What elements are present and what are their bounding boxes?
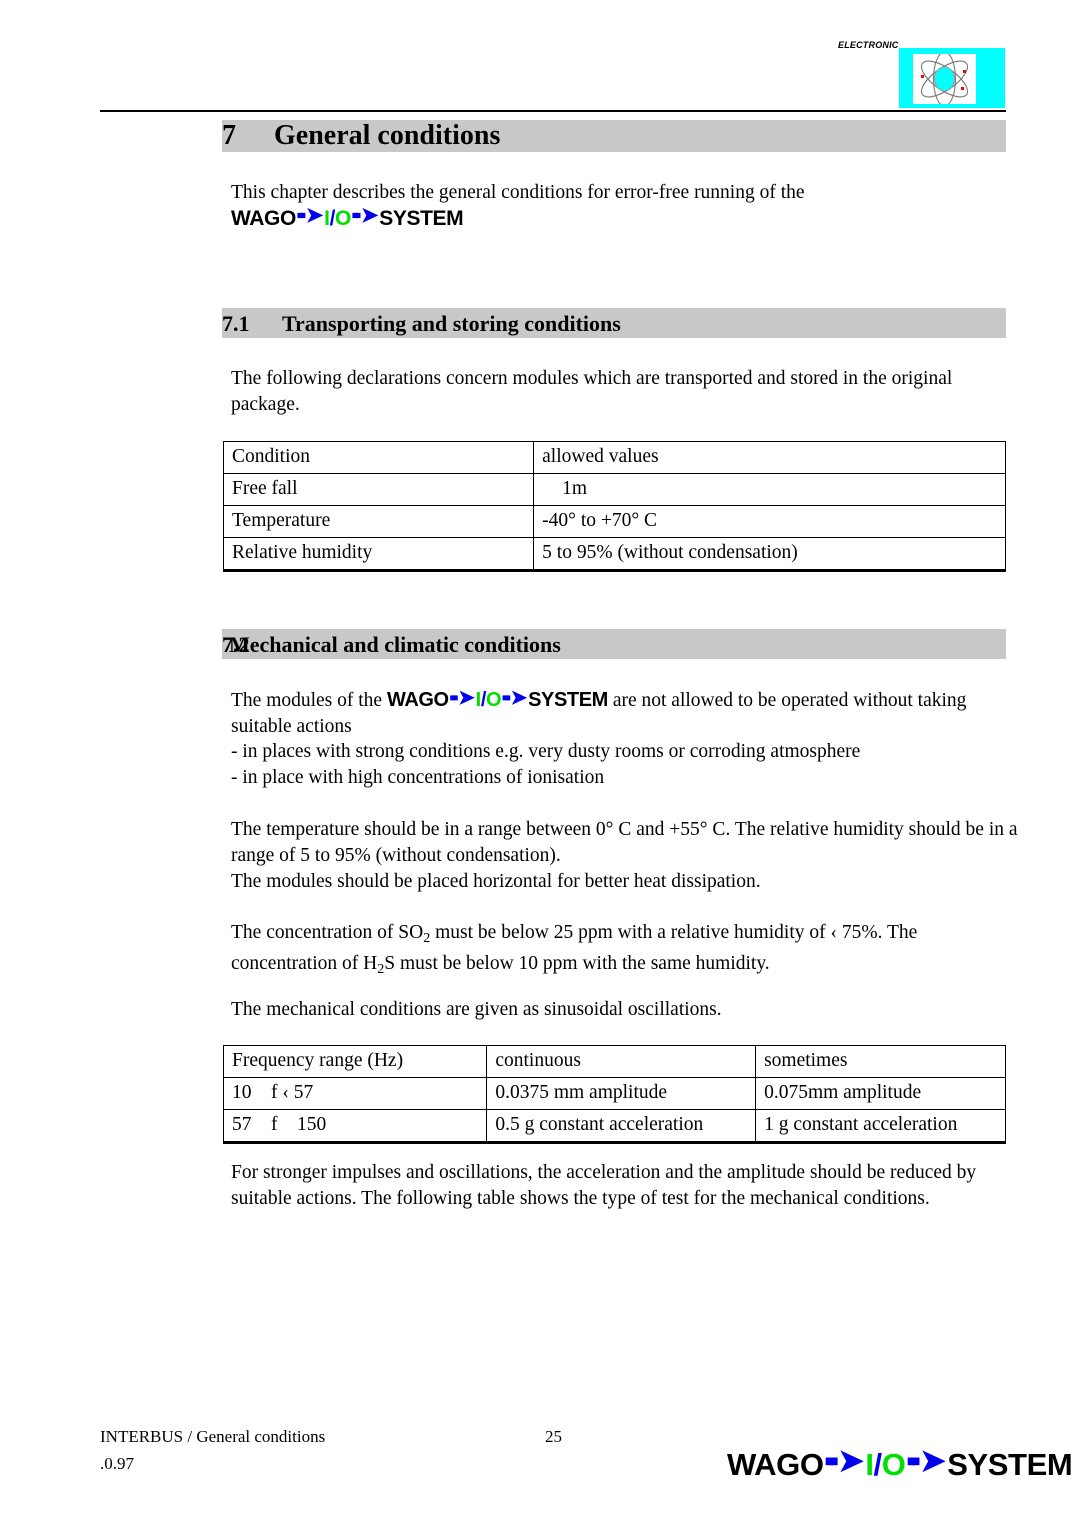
table-header-allowed-values: allowed values [533,441,1006,474]
temperature-range-paragraph: The temperature should be in a range bet… [231,817,1021,869]
so2-text-c: S must be below 10 ppm with the same hum… [384,952,770,974]
section-7-1-intro: The following declarations concern modul… [231,368,953,415]
table-row: Frequency range (Hz) continuous sometime… [222,1045,1006,1078]
cell-continuous-1: 0.0375 mm amplitude [486,1077,757,1110]
brand-arrow-icon-2: ▪▪ ➤ [351,204,379,228]
header-divider [100,110,1006,112]
section-title-7-1: Transporting and storing conditions [282,311,621,336]
brand-letter-i: I [865,1447,874,1482]
mechanical-intro-before: The modules of the [231,690,387,711]
cell-free-fall-value: 1m [533,473,1006,506]
brand-word-wago: WAGO [386,689,449,711]
table-row: Condition allowed values [222,441,1006,474]
brand-letter-o: O [335,207,351,230]
transport-conditions-table: Condition allowed values Free fall 1m Te… [222,441,1006,572]
cell-humidity-label: Relative humidity [222,537,535,572]
footer-page-number: 25 [545,1427,562,1446]
intro-text: This chapter describes the general condi… [231,182,805,203]
cell-continuous-2: 0.5 g constant acceleration [486,1109,757,1144]
wago-io-system-logotype-inline: WAGO▪▪ ➤I/O▪▪ ➤SYSTEM [387,687,608,713]
brand-arrow-icon-1: ▪▪ ➤ [824,1443,865,1479]
brand-word-wago: WAGO [231,207,296,230]
brand-word-system: SYSTEM [379,207,464,230]
brand-arrow-icon-2: ▪▪ ➤ [501,686,528,709]
brand-word-system: SYSTEM [947,1447,1073,1482]
table-header-sometimes: sometimes [755,1045,1006,1078]
cell-freq-range-1: 10 f ‹ 57 [222,1077,488,1110]
table-row: Free fall 1m [222,473,1006,506]
mechanical-bullet-1: - in places with strong conditions e.g. … [231,741,861,762]
stronger-impulses-paragraph: For stronger impulses and oscillations, … [231,1162,977,1209]
brand-arrow-icon-2: ▪▪ ➤ [906,1443,946,1479]
brand-letter-o: O [881,1447,906,1482]
brand-arrow-icon-1: ▪▪ ➤ [449,686,475,709]
section-heading-7-1: 7.1 Transporting and storing conditions [222,308,1006,338]
section-heading-7-2: 7.2Mechanical and climatic conditions [222,629,1006,659]
chapter-number: 7 [222,120,236,151]
table-row: 57 f 150 0.5 g constant acceleration 1 g… [222,1109,1006,1144]
temperature-range-line-1: The temperature should be in a range bet… [231,819,1018,866]
cell-temperature-label: Temperature [222,505,535,538]
company-logo-box [899,48,1005,108]
atom-icon [913,54,976,104]
gas-concentration-paragraph: The concentration of SO2 must be below 2… [231,920,1021,982]
section-title-7-2: Mechanical and climatic conditions [229,632,561,657]
cell-temperature-value: -40° to +70° C [533,505,1006,538]
electronic-label: ELECTRONIC [838,40,899,50]
cell-sometimes-1: 0.075mm amplitude [755,1077,1006,1110]
table-row: 10 f ‹ 57 0.0375 mm amplitude 0.075mm am… [222,1077,1006,1110]
heat-dissipation-paragraph: The modules should be placed horizontal … [231,871,761,892]
so2-text-a: The concentration of SO [231,922,424,943]
cell-freq-range-2: 57 f 150 [222,1109,488,1144]
page-header: ELECTRONIC [0,0,1080,112]
footer-date: .0.97 [100,1454,134,1473]
sinusoidal-oscillations-paragraph: The mechanical conditions are given as s… [231,999,722,1020]
brand-word-system: SYSTEM [528,689,608,711]
brand-slash: / [873,1447,883,1482]
chapter-title: General conditions [274,120,501,151]
chapter-heading: 7 General conditions [222,120,1006,152]
table-row: Relative humidity 5 to 95% (without cond… [222,537,1006,572]
mechanical-intro-paragraph: The modules of the WAGO▪▪ ➤I/O▪▪ ➤SYSTEM a… [231,687,1021,740]
intro-paragraph: This chapter describes the general condi… [231,180,1021,233]
cell-sometimes-2: 1 g constant acceleration [755,1109,1006,1144]
mechanical-bullet-2: - in place with high concentrations of i… [231,767,605,788]
footer-document-title: INTERBUS / General conditions [100,1427,326,1446]
mechanical-conditions-table: Frequency range (Hz) continuous sometime… [222,1045,1006,1144]
cell-free-fall-label: Free fall [222,473,535,506]
table-header-continuous: continuous [486,1045,757,1078]
section-number-7-1: 7.1 [222,311,250,336]
brand-word-wago: WAGO [727,1447,824,1482]
table-row: Temperature -40° to +70° C [222,505,1006,538]
table-header-condition: Condition [222,441,535,474]
wago-io-system-logotype: WAGO▪▪ ➤I/O▪▪ ➤SYSTEM [231,204,464,232]
brand-arrow-icon-1: ▪▪ ➤ [296,204,324,228]
footer-wago-logotype: WAGO▪▪ ➤I/O▪▪ ➤SYSTEM [727,1443,1073,1483]
table-header-frequency-range: Frequency range (Hz) [222,1045,488,1078]
brand-letter-o: O [485,689,502,711]
cell-humidity-value: 5 to 95% (without condensation) [533,537,1006,572]
